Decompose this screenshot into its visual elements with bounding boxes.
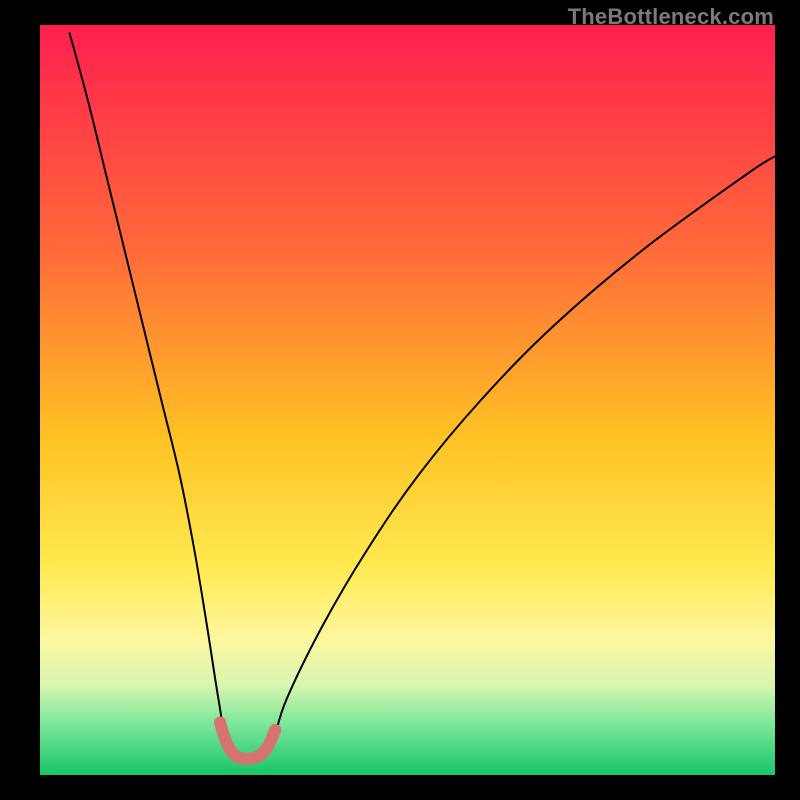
highlight-dot <box>214 717 226 729</box>
plot-area <box>40 25 775 775</box>
highlight-dot <box>262 741 274 753</box>
bottleneck-chart <box>40 25 775 775</box>
watermark-label: TheBottleneck.com <box>568 4 774 30</box>
highlight-dot <box>254 750 266 762</box>
highlight-dot <box>220 735 232 747</box>
highlight-dot <box>269 724 281 736</box>
gradient-background <box>40 25 775 775</box>
chart-frame: TheBottleneck.com <box>0 0 800 800</box>
